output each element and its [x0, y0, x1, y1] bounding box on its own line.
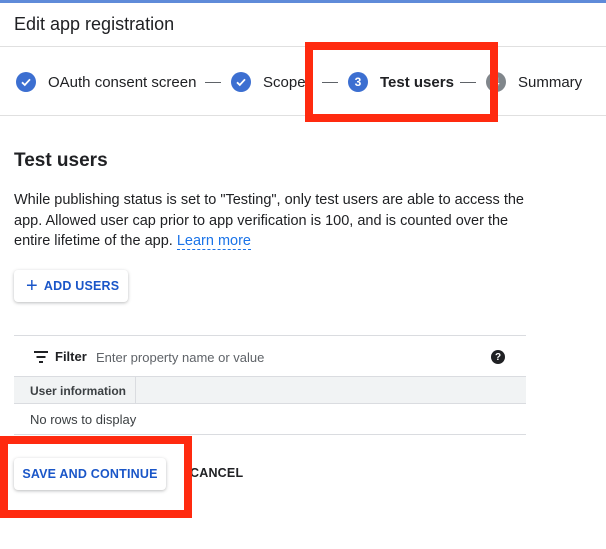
learn-more-link[interactable]: Learn more	[176, 233, 251, 250]
test-users-table: Filter ? User information No rows to dis…	[14, 335, 526, 435]
add-users-button[interactable]: + ADD USERS	[14, 270, 128, 302]
step-label: OAuth consent screen	[48, 73, 197, 91]
column-header-user-information[interactable]: User information	[14, 377, 136, 403]
step-connector	[205, 82, 221, 83]
filter-input[interactable]	[96, 347, 476, 367]
page-title: Edit app registration	[14, 14, 175, 34]
stepper: OAuth consent screen Scopes 3 Test users…	[0, 48, 606, 116]
help-icon[interactable]: ?	[491, 350, 505, 364]
filter-icon[interactable]	[34, 351, 48, 363]
plus-icon: +	[26, 275, 38, 297]
cancel-button[interactable]: CANCEL	[190, 466, 243, 480]
page-header: Edit app registration	[0, 3, 606, 47]
section-description: While publishing status is set to "Testi…	[14, 190, 534, 252]
highlight-box-save-button	[0, 436, 192, 518]
check-icon	[231, 72, 251, 92]
step-label: Summary	[518, 73, 583, 91]
filter-bar: Filter ?	[14, 335, 526, 376]
empty-table-message: No rows to display	[14, 404, 526, 435]
table-header-row: User information	[14, 376, 526, 404]
section-title: Test users	[14, 150, 108, 171]
step-oauth-consent-screen[interactable]: OAuth consent screen	[16, 72, 196, 92]
highlight-box-test-users-step	[305, 42, 498, 122]
description-text: While publishing status is set to "Testi…	[14, 192, 524, 249]
step-summary[interactable]: 4 Summary	[486, 72, 582, 92]
add-users-label: ADD USERS	[43, 279, 120, 293]
check-icon	[16, 72, 36, 92]
filter-label: Filter	[55, 349, 87, 364]
step-scopes[interactable]: Scopes	[231, 72, 313, 92]
